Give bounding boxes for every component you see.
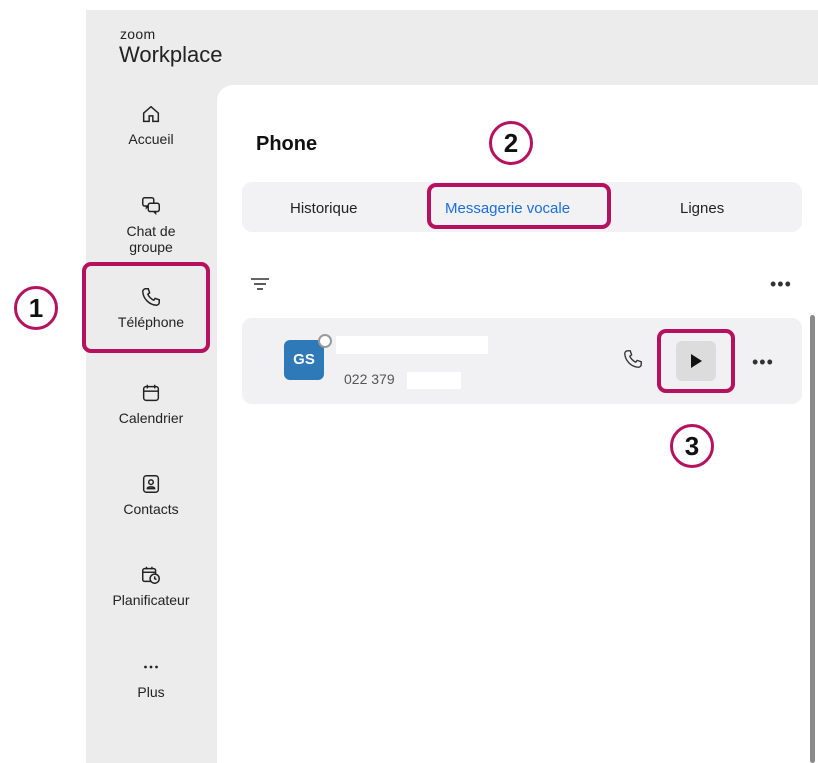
calendar-icon	[142, 384, 160, 402]
row-more-options-icon[interactable]: •••	[752, 352, 774, 373]
scrollbar[interactable]	[810, 315, 815, 763]
presence-status-icon	[318, 334, 332, 348]
callout-badge-3: 3	[670, 424, 714, 468]
avatar: GS	[284, 340, 324, 380]
more-icon	[144, 665, 158, 669]
highlight-play-button	[657, 329, 735, 393]
callout-badge-1: 1	[14, 286, 58, 330]
contact-card-icon	[142, 475, 160, 493]
sidebar-item-label: Chat de groupe	[126, 223, 176, 255]
callout-badge-2: 2	[489, 121, 533, 165]
page-title: Phone	[256, 133, 318, 155]
sidebar-item-label: Calendrier	[118, 410, 184, 426]
highlight-voicemail-tab	[427, 183, 611, 229]
call-icon[interactable]	[622, 348, 644, 370]
caller-number-redacted	[407, 372, 461, 389]
highlight-telephone	[82, 262, 210, 353]
caller-name-redacted	[336, 336, 488, 354]
brand-zoom: zoom	[120, 26, 156, 42]
brand-workplace: Workplace	[119, 42, 223, 67]
sidebar-item-chat[interactable]: Chat de groupe	[86, 195, 216, 255]
more-options-icon[interactable]: •••	[770, 274, 792, 295]
sidebar-item-label: Planificateur	[112, 592, 190, 608]
sidebar-item-label: Plus	[137, 684, 165, 700]
sidebar-item-accueil[interactable]: Accueil	[86, 103, 216, 148]
home-icon	[142, 105, 160, 123]
sidebar-item-planificateur[interactable]: Planificateur	[86, 564, 216, 609]
sidebar-item-label: Accueil	[128, 131, 174, 147]
sidebar-item-label: Contacts	[123, 501, 179, 517]
sidebar-item-plus[interactable]: Plus	[86, 656, 216, 701]
tab-historique[interactable]: Historique	[290, 200, 358, 217]
sidebar-item-calendrier[interactable]: Calendrier	[86, 382, 216, 427]
sidebar-item-contacts[interactable]: Contacts	[86, 473, 216, 518]
scheduler-icon	[142, 566, 160, 584]
filter-icon[interactable]	[250, 276, 270, 292]
tab-lignes[interactable]: Lignes	[680, 200, 724, 217]
chat-icon	[142, 197, 160, 216]
caller-number: 022 379	[344, 371, 395, 387]
